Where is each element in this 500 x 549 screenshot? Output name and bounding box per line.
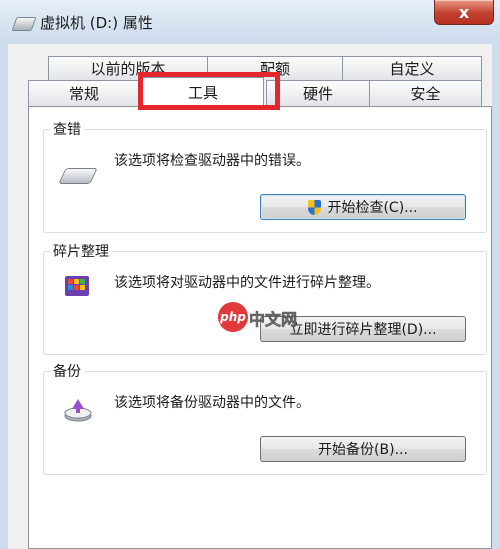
window-title: 虚拟机 (D:) 属性 <box>40 14 153 32</box>
properties-dialog: 以前的版本 配额 自定义 常规 工具 硬件 安全 查错 该选项将检查驱动器中的错… <box>8 44 492 549</box>
backup-description: 该选项将备份驱动器中的文件。 <box>114 395 310 411</box>
tab-label: 常规 <box>68 85 99 103</box>
close-icon: x <box>458 2 470 22</box>
drive-icon <box>58 168 98 184</box>
defrag-description: 该选项将对驱动器中的文件进行碎片整理。 <box>114 275 380 291</box>
tab-label: 安全 <box>410 85 441 103</box>
drive-icon <box>11 17 37 31</box>
close-button[interactable]: x <box>434 0 494 25</box>
tab-label: 工具 <box>187 84 218 102</box>
tab-label: 自定义 <box>389 60 435 78</box>
shield-icon <box>308 199 322 215</box>
group-title: 备份 <box>50 361 84 381</box>
backup-group: 备份 该选项将备份驱动器中的文件。 开始备份(B)... <box>43 361 487 475</box>
tab-label: 硬件 <box>302 85 333 103</box>
tab-tools[interactable]: 工具 <box>142 77 264 107</box>
watermark-text: 中文网 <box>249 310 298 330</box>
tab-security[interactable]: 安全 <box>369 80 482 106</box>
group-title: 碎片整理 <box>50 241 112 261</box>
defrag-group: 碎片整理 该选项将对驱动器中的文件进行碎片整理。 立即进行碎片整理(D)... <box>43 241 487 355</box>
backup-icon <box>64 399 92 422</box>
error-check-group: 查错 该选项将检查驱动器中的错误。 开始检查(C)... <box>43 119 487 233</box>
tab-hardware[interactable]: 硬件 <box>266 80 370 106</box>
defrag-icon <box>65 276 89 296</box>
error-check-description: 该选项将检查驱动器中的错误。 <box>114 153 310 169</box>
tab-label: 以前的版本 <box>90 60 166 78</box>
watermark-badge: php <box>220 310 246 324</box>
watermark-logo: php <box>218 302 248 332</box>
tab-general[interactable]: 常规 <box>28 80 140 106</box>
group-title: 查错 <box>50 119 84 139</box>
tab-label: 配额 <box>259 60 290 78</box>
tab-customize[interactable]: 自定义 <box>342 56 482 80</box>
backup-now-button[interactable]: 开始备份(B)... <box>260 436 466 462</box>
check-now-button[interactable]: 开始检查(C)... <box>260 194 466 220</box>
defragment-now-label: 立即进行碎片整理(D)... <box>289 322 437 338</box>
title-bar: 虚拟机 (D:) 属性 x <box>0 0 500 44</box>
check-now-label: 开始检查(C)... <box>327 200 418 216</box>
backup-now-label: 开始备份(B)... <box>318 442 408 458</box>
